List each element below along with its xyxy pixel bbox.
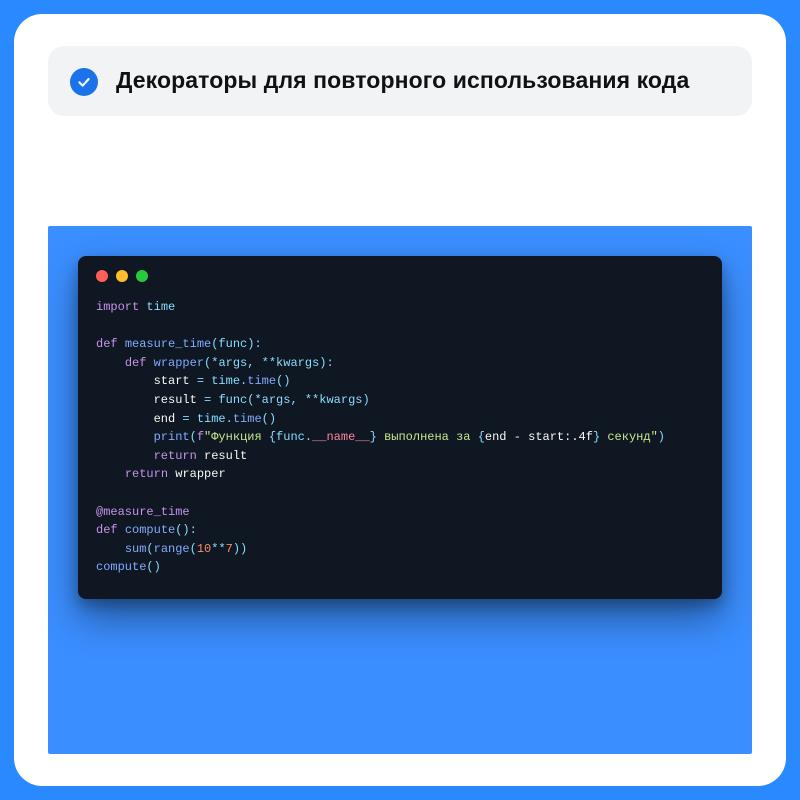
code-token: range (154, 542, 190, 556)
code-token: () (146, 560, 160, 574)
code-token: __name__ (312, 430, 370, 444)
terminal-window: import time def measure_time(func): def … (78, 256, 722, 599)
code-token: ( (190, 430, 197, 444)
code-token: " (651, 430, 658, 444)
code-token: (func): (211, 337, 261, 351)
code-token: end (154, 412, 176, 426)
code-token: wrapper (168, 467, 226, 481)
code-token: } (370, 430, 377, 444)
code-token: time (233, 412, 262, 426)
maximize-icon[interactable] (136, 270, 148, 282)
code-token: compute (96, 560, 146, 574)
code-token: time (197, 412, 226, 426)
code-token: print (154, 430, 190, 444)
code-token: start (154, 374, 190, 388)
page-title: Декораторы для повторного использования … (116, 66, 689, 95)
close-icon[interactable] (96, 270, 108, 282)
card: Декораторы для повторного использования … (14, 14, 786, 786)
code-token: 7 (226, 542, 233, 556)
traffic-lights (96, 270, 704, 282)
code-token: ** (211, 542, 225, 556)
code-token: def (96, 523, 118, 537)
code-token: time (211, 374, 240, 388)
code-token: result (197, 449, 247, 463)
code-token: import (96, 300, 139, 314)
code-token: sum (125, 542, 147, 556)
code-token: f (197, 430, 204, 444)
code-token: (*args, **kwargs): (204, 356, 334, 370)
check-icon (70, 68, 98, 96)
code-token: )) (233, 542, 247, 556)
code-token: end - start:.4f (485, 430, 593, 444)
code-token: () (276, 374, 290, 388)
code-token: 10 (197, 542, 211, 556)
code-token: return (154, 449, 197, 463)
code-token: { (478, 430, 485, 444)
code-block: import time def measure_time(func): def … (96, 298, 704, 577)
code-token: return (125, 467, 168, 481)
code-token: result (154, 393, 197, 407)
code-token: Функция (211, 430, 269, 444)
minimize-icon[interactable] (116, 270, 128, 282)
code-token: time (247, 374, 276, 388)
code-token: . (305, 430, 312, 444)
code-token: ( (146, 542, 153, 556)
code-token: = (175, 412, 197, 426)
spacer (48, 116, 752, 226)
code-token: . (226, 412, 233, 426)
code-token: measure_time (125, 337, 211, 351)
code-token: def (125, 356, 147, 370)
code-token: выполнена за (377, 430, 478, 444)
header-pill: Декораторы для повторного использования … (48, 46, 752, 116)
code-token: (): (175, 523, 197, 537)
code-token: compute (125, 523, 175, 537)
code-token: wrapper (154, 356, 204, 370)
code-token: (*args, **kwargs) (247, 393, 369, 407)
code-token: = (190, 374, 212, 388)
code-token: () (262, 412, 276, 426)
code-token: ) (658, 430, 665, 444)
code-token: func (276, 430, 305, 444)
code-token: ( (190, 542, 197, 556)
code-token: def (96, 337, 118, 351)
code-token: time (146, 300, 175, 314)
code-token: func (218, 393, 247, 407)
code-token: секунд (600, 430, 650, 444)
code-token: { (269, 430, 276, 444)
code-token: @measure_time (96, 505, 190, 519)
code-stage: import time def measure_time(func): def … (48, 226, 752, 754)
code-token: = (197, 393, 219, 407)
